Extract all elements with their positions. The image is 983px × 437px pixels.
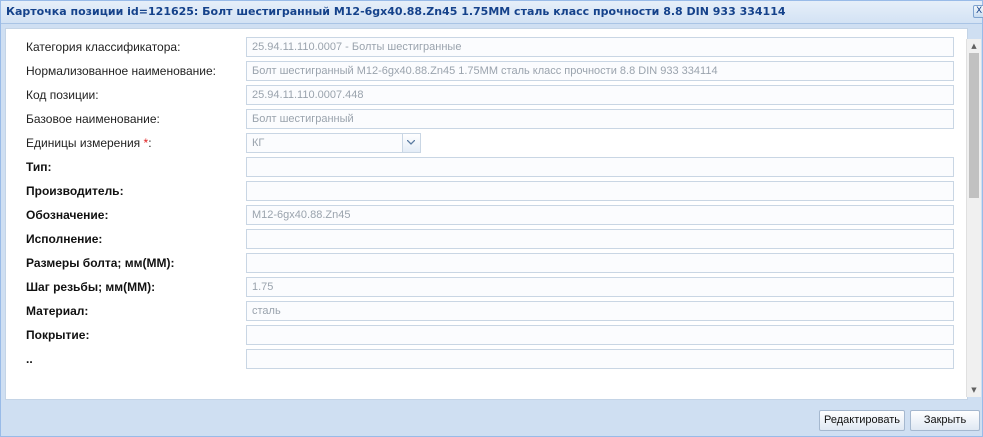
manufacturer-field[interactable]: [246, 181, 954, 201]
item-card-window: Карточка позиции id=121625: Болт шестигр…: [0, 0, 983, 437]
field-label: Единицы измерения *:: [26, 136, 241, 150]
field-label: Обозначение:: [26, 208, 109, 222]
units-select-trigger[interactable]: [402, 134, 420, 152]
category-field[interactable]: 25.94.11.110.0007 - Болты шестигранные: [246, 37, 954, 57]
normalized-name-field[interactable]: Болт шестигранный М12-6gx40.88.Zn45 1.75…: [246, 61, 954, 81]
partial-field[interactable]: [246, 349, 954, 369]
field-label: Тип:: [26, 160, 52, 174]
units-label-suffix: :: [148, 136, 152, 150]
field-label: Код позиции:: [26, 88, 99, 102]
material-field[interactable]: сталь: [246, 301, 954, 321]
edit-button[interactable]: Редактировать: [819, 410, 905, 431]
designation-field[interactable]: М12-6gx40.88.Zn45: [246, 205, 954, 225]
bolt-size-field[interactable]: [246, 253, 954, 273]
field-label: Материал:: [26, 304, 89, 318]
close-button[interactable]: Закрыть: [910, 410, 980, 431]
scroll-up-icon[interactable]: ▲: [967, 39, 981, 53]
window-footer: Редактировать Закрыть: [1, 400, 982, 436]
field-label: Категория классификатора:: [26, 40, 181, 54]
units-label-text: Единицы измерения: [26, 136, 141, 150]
form-scrollbar[interactable]: ▲ ▼: [966, 39, 981, 397]
field-label: Размеры болта; мм(ММ):: [26, 256, 175, 270]
field-label: Исполнение:: [26, 232, 103, 246]
window-titlebar[interactable]: Карточка позиции id=121625: Болт шестигр…: [1, 1, 983, 24]
form-panel: Категория классификатора: 25.94.11.110.0…: [5, 28, 968, 400]
field-label: Нормализованное наименование:: [26, 64, 217, 78]
close-icon[interactable]: X: [973, 5, 983, 18]
type-field[interactable]: [246, 157, 954, 177]
version-field[interactable]: [246, 229, 954, 249]
coating-field[interactable]: [246, 325, 954, 345]
base-name-field[interactable]: Болт шестигранный: [246, 109, 954, 129]
scrollbar-thumb[interactable]: [969, 53, 979, 198]
field-label: Производитель:: [26, 184, 124, 198]
window-title: Карточка позиции id=121625: Болт шестигр…: [6, 5, 786, 18]
field-label: Базовое наименование:: [26, 112, 160, 126]
field-label: Покрытие:: [26, 328, 90, 342]
chevron-down-icon: [407, 140, 415, 145]
units-select[interactable]: КГ: [246, 133, 421, 153]
field-label: ..: [26, 352, 33, 366]
units-select-value: КГ: [252, 137, 265, 149]
item-code-field[interactable]: 25.94.11.110.0007.448: [246, 85, 954, 105]
scroll-down-icon[interactable]: ▼: [967, 383, 981, 397]
field-label: Шаг резьбы; мм(ММ):: [26, 280, 156, 294]
thread-pitch-field[interactable]: 1.75: [246, 277, 954, 297]
